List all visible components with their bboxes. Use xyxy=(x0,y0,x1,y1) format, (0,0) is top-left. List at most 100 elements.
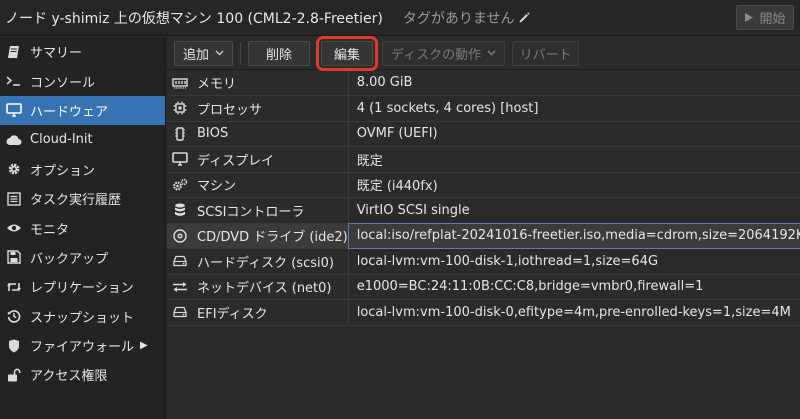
sidebar-item-label: サマリー xyxy=(30,46,83,62)
sidebar-item-label: Cloud-Init xyxy=(30,132,93,148)
tags-label: タグがありません xyxy=(402,10,515,27)
exchange-icon xyxy=(171,279,189,295)
row-key: CD/DVD ドライブ (ide2) xyxy=(197,230,348,246)
row-key: プロセッサ xyxy=(197,102,263,118)
table-row[interactable]: メモリ 8.00 GiB xyxy=(167,70,800,96)
row-value: 4 (1 sockets, 4 cores) [host] xyxy=(348,95,800,122)
sidebar: サマリー コンソール ハードウェア Cloud-Init オプション タスク実行… xyxy=(0,37,166,419)
table-row[interactable]: ディスプレイ 既定 xyxy=(167,146,800,173)
cogs-icon xyxy=(171,177,189,193)
expand-arrow-icon[interactable]: ▶ xyxy=(140,340,148,351)
row-value: OVMF (UEFI) xyxy=(348,121,800,147)
row-value: e1000=BC:24:11:0B:CC:C8,bridge=vmbr0,fir… xyxy=(348,274,800,300)
window-title: ノード y-shimiz 上の仮想マシン 100 (CML2-2.8-Freet… xyxy=(5,10,383,27)
shield-icon xyxy=(5,338,23,354)
monitor-icon xyxy=(171,151,189,167)
tags-area[interactable]: タグがありません xyxy=(403,8,532,28)
sidebar-item-label: オプション xyxy=(30,163,96,179)
row-key: マシン xyxy=(197,179,237,195)
sidebar-item-hardware[interactable]: ハードウェア xyxy=(0,95,165,126)
table-row[interactable]: SCSIコントローラ VirtIO SCSI single xyxy=(167,197,800,224)
terminal-icon xyxy=(5,73,23,89)
list-icon xyxy=(5,191,23,207)
sidebar-item-console[interactable]: コンソール xyxy=(0,66,165,95)
row-key: ネットデバイス (net0) xyxy=(197,281,332,297)
delete-label: 削除 xyxy=(266,47,293,63)
start-button[interactable]: 開始 xyxy=(736,5,794,30)
cdrom-icon xyxy=(171,228,189,244)
eye-icon xyxy=(5,220,23,236)
row-key: EFIディスク xyxy=(197,306,268,322)
history-icon xyxy=(5,308,23,324)
table-row-selected[interactable]: CD/DVD ドライブ (ide2) local:iso/refplat-202… xyxy=(167,223,800,249)
table-row[interactable]: EFIディスク local-lvm:vm-100-disk-0,efitype=… xyxy=(167,299,800,326)
disk-action-button[interactable]: ディスクの動作 xyxy=(382,40,506,66)
floppy-icon xyxy=(5,249,23,265)
sidebar-item-label: レプリケーション xyxy=(30,281,134,297)
toolbar-separator xyxy=(240,42,242,64)
delete-button[interactable]: 削除 xyxy=(248,40,311,66)
sidebar-item-label: アクセス権限 xyxy=(30,369,108,385)
sidebar-item-label: バックアップ xyxy=(30,251,109,267)
row-key: BIOS xyxy=(197,126,229,142)
sidebar-item-backup[interactable]: バックアップ xyxy=(0,243,165,272)
sidebar-item-label: ファイアウォール xyxy=(30,340,135,356)
hardware-table: メモリ 8.00 GiB プロセッサ 4 (1 sockets, 4 cores… xyxy=(167,70,800,326)
table-row[interactable]: ハードディスク (scsi0) local-lvm:vm-100-disk-1,… xyxy=(167,248,800,275)
row-key: SCSIコントローラ xyxy=(197,204,305,220)
sidebar-item-summary[interactable]: サマリー xyxy=(0,37,165,66)
cpu-icon xyxy=(171,100,189,116)
add-label: 追加 xyxy=(183,47,210,63)
chevron-down-icon xyxy=(215,50,224,56)
sidebar-item-label: タスク実行履歴 xyxy=(30,193,122,209)
retweet-icon xyxy=(5,279,23,295)
table-row[interactable]: プロセッサ 4 (1 sockets, 4 cores) [host] xyxy=(167,95,800,122)
edit-label: 編集 xyxy=(334,47,361,63)
sidebar-item-label: コンソール xyxy=(30,75,96,91)
row-key: ハードディスク (scsi0) xyxy=(197,255,334,271)
revert-button[interactable]: リバート xyxy=(512,40,580,66)
row-key: ディスプレイ xyxy=(197,153,275,169)
book-icon xyxy=(5,44,23,60)
unlock-icon xyxy=(5,367,23,383)
table-row[interactable]: BIOS OVMF (UEFI) xyxy=(167,121,800,147)
edit-button[interactable]: 編集 xyxy=(316,35,379,71)
sidebar-item-label: スナップショット xyxy=(30,310,135,326)
memory-icon xyxy=(171,75,189,91)
row-value: VirtIO SCSI single xyxy=(348,197,800,224)
cloud-icon xyxy=(5,132,23,148)
table-row[interactable]: マシン 既定 (i440fx) xyxy=(167,172,800,198)
database-icon xyxy=(171,202,189,218)
sidebar-item-permissions[interactable]: アクセス権限 xyxy=(0,360,165,389)
toolbar: 追加 削除 編集 ディスクの動作 リバート xyxy=(167,35,800,71)
sidebar-item-task-history[interactable]: タスク実行履歴 xyxy=(0,184,165,213)
disk-action-label: ディスクの動作 xyxy=(391,47,482,63)
row-value: 8.00 GiB xyxy=(348,70,800,96)
desktop-icon xyxy=(5,102,23,118)
sidebar-item-options[interactable]: オプション xyxy=(0,155,165,184)
sidebar-item-snapshot[interactable]: スナップショット xyxy=(0,302,165,331)
sidebar-item-cloud-init[interactable]: Cloud-Init xyxy=(0,125,165,154)
title-bar: ノード y-shimiz 上の仮想マシン 100 (CML2-2.8-Freet… xyxy=(0,0,800,36)
pencil-icon[interactable] xyxy=(514,11,531,24)
sidebar-item-monitor[interactable]: モニタ xyxy=(0,213,165,242)
row-value: local:iso/refplat-20241016-freetier.iso,… xyxy=(348,223,800,249)
sidebar-item-firewall[interactable]: ファイアウォール ▶ xyxy=(0,331,165,360)
chevron-down-icon xyxy=(487,50,496,56)
hdd-icon xyxy=(171,253,189,269)
chip-icon xyxy=(171,126,189,142)
row-value: 既定 (i440fx) xyxy=(348,172,800,198)
row-value: local-lvm:vm-100-disk-0,efitype=4m,pre-e… xyxy=(348,299,800,326)
play-icon xyxy=(744,12,754,23)
sidebar-item-label: モニタ xyxy=(30,222,70,238)
hdd-icon xyxy=(171,304,189,320)
row-key: メモリ xyxy=(197,77,237,92)
add-button[interactable]: 追加 xyxy=(174,40,234,66)
sidebar-item-replication[interactable]: レプリケーション xyxy=(0,272,165,301)
sidebar-item-label: ハードウェア xyxy=(30,104,109,120)
row-value: 既定 xyxy=(348,146,800,173)
row-value: local-lvm:vm-100-disk-1,iothread=1,size=… xyxy=(348,248,800,275)
gear-icon xyxy=(5,161,23,177)
revert-label: リバート xyxy=(519,47,572,63)
table-row[interactable]: ネットデバイス (net0) e1000=BC:24:11:0B:CC:C8,b… xyxy=(167,274,800,300)
